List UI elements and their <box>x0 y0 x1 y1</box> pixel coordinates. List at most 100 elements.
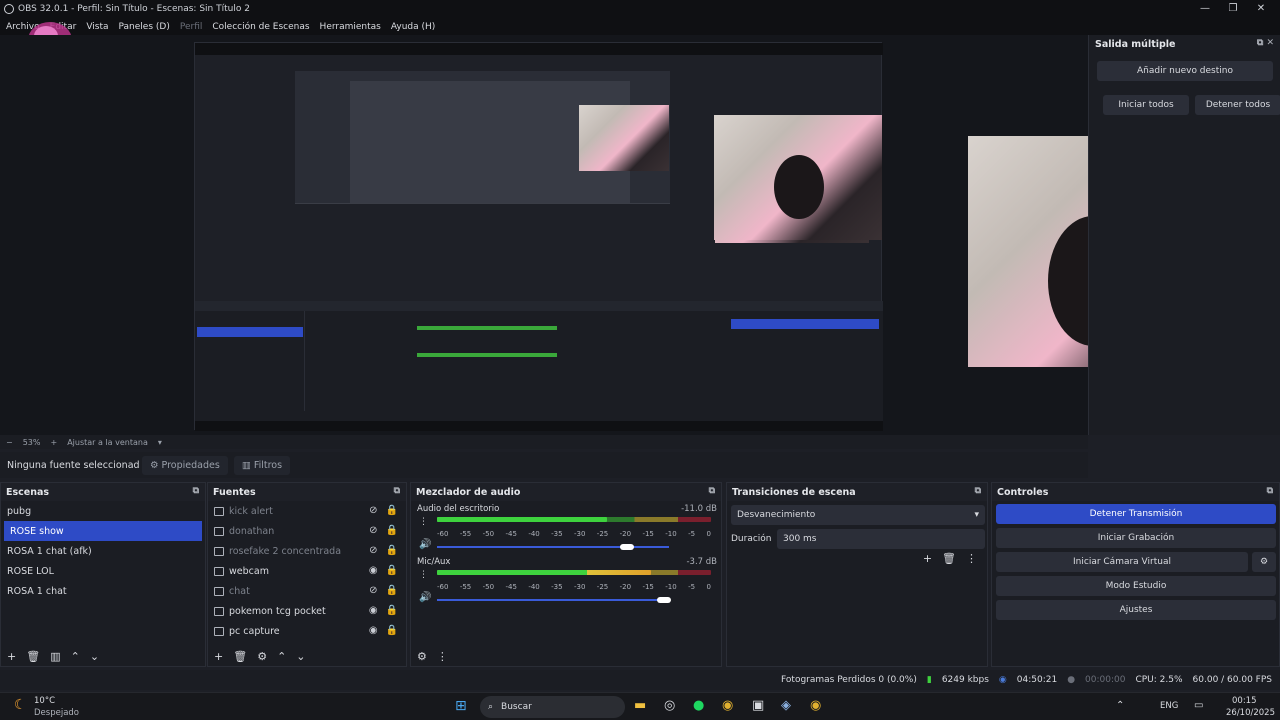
camera-source-icon <box>214 566 224 576</box>
dock-undock-icon[interactable]: ⧉ <box>394 486 400 496</box>
dock-undock-icon[interactable]: ⧉ <box>1267 486 1273 496</box>
add-icon[interactable]: + <box>214 650 223 663</box>
menu-ayuda[interactable]: Ayuda (H) <box>391 22 435 32</box>
clock-date[interactable]: 26/10/2025 <box>1226 708 1275 718</box>
menu-bar: Archivo Editar Vista Paneles (D) Perfil … <box>0 18 1280 35</box>
filters-button[interactable]: ▥ Filtros <box>233 455 291 475</box>
add-target-button[interactable]: Añadir nuevo destino <box>1097 61 1273 81</box>
scene-item-rosa-chat[interactable]: ROSA 1 chat <box>1 581 205 601</box>
maximize-button[interactable]: ❐ <box>1226 2 1240 16</box>
lock-icon[interactable]: 🔒 <box>386 565 398 576</box>
dock-undock-icon[interactable]: ⧉ <box>709 486 715 496</box>
move-up-icon[interactable]: ⌃ <box>71 650 80 663</box>
move-up-icon[interactable]: ⌃ <box>277 650 286 663</box>
menu-vista[interactable]: Vista <box>86 22 108 32</box>
menu-dots-icon[interactable]: ⋮ <box>437 650 448 663</box>
advanced-audio-icon[interactable]: ⚙ <box>417 650 427 663</box>
scene-item-rose-show[interactable]: ROSE show <box>4 521 202 541</box>
trash-icon[interactable]: 🗑 <box>233 650 247 663</box>
hidden-icon[interactable]: ⊘ <box>369 525 377 536</box>
lock-icon[interactable]: 🔒 <box>386 505 398 516</box>
settings-button[interactable]: Ajustes <box>996 600 1276 620</box>
minimize-button[interactable]: — <box>1198 2 1212 16</box>
gear-icon[interactable]: ⚙ <box>1252 552 1276 572</box>
lock-icon[interactable]: 🔒 <box>386 585 398 596</box>
volume-knob[interactable] <box>657 597 672 603</box>
chevron-down-icon[interactable]: ▾ <box>158 438 162 447</box>
menu-perfil[interactable]: Perfil <box>180 22 203 32</box>
transition-select[interactable]: Desvanecimiento ▾ <box>731 505 985 525</box>
eye-icon[interactable]: ◉ <box>369 565 378 576</box>
close-icon[interactable]: ⧉ ✕ <box>1257 38 1274 48</box>
start-all-button[interactable]: Iniciar todos <box>1103 95 1189 115</box>
menu-dots-icon[interactable]: ⋮ <box>966 552 977 565</box>
file-explorer-icon[interactable]: ▬ <box>634 698 646 713</box>
dock-undock-icon[interactable]: ⧉ <box>193 486 199 496</box>
scene-item-pubg[interactable]: pubg <box>1 501 205 521</box>
eye-icon[interactable]: ◉ <box>369 625 378 636</box>
close-button[interactable]: ✕ <box>1254 2 1268 16</box>
chrome-icon[interactable]: ◉ <box>722 698 733 713</box>
source-item[interactable]: kick alert ⊘ 🔒 <box>208 501 406 521</box>
eye-icon[interactable]: ◉ <box>369 605 378 616</box>
source-item[interactable]: pokemon tcg pocket ◉ 🔒 <box>208 601 406 621</box>
source-item[interactable]: donathan ⊘ 🔒 <box>208 521 406 541</box>
virtual-cam-button[interactable]: Iniciar Cámara Virtual <box>996 552 1248 572</box>
menu-dots-icon[interactable]: ⋮ <box>419 517 428 527</box>
volume-knob[interactable] <box>620 544 635 550</box>
add-icon[interactable]: + <box>923 552 932 565</box>
source-item[interactable]: chat ⊘ 🔒 <box>208 581 406 601</box>
gear-icon[interactable]: ⚙ <box>257 650 267 663</box>
menu-coleccion[interactable]: Colección de Escenas <box>212 22 309 32</box>
lock-icon[interactable]: 🔒 <box>386 625 398 636</box>
source-item[interactable]: pc capture ◉ 🔒 <box>208 621 406 641</box>
hidden-icon[interactable]: ⊘ <box>369 585 377 596</box>
steam-icon[interactable]: ◈ <box>781 698 791 713</box>
speaker-icon[interactable]: 🔊 <box>419 539 431 550</box>
scene-item-rose-lol[interactable]: ROSE LOL <box>1 561 205 581</box>
volume-slider[interactable] <box>437 599 669 601</box>
speaker-icon[interactable]: 🔊 <box>419 592 431 603</box>
network-icon[interactable]: ▭ <box>1194 700 1203 711</box>
transitions-dock: Transiciones de escena ⧉ Desvanecimiento ▾… <box>726 482 988 667</box>
language-indicator[interactable]: ENG <box>1160 701 1178 711</box>
menu-dots-icon[interactable]: ⋮ <box>419 570 428 580</box>
trash-icon[interactable]: 🗑 <box>942 552 956 565</box>
lock-icon[interactable]: 🔒 <box>386 605 398 616</box>
source-item[interactable]: rosefake 2 concentrada ⊘ 🔒 <box>208 541 406 561</box>
add-icon[interactable]: + <box>7 650 16 663</box>
duration-input[interactable]: 300 ms <box>777 529 985 549</box>
source-item[interactable]: webcam ◉ 🔒 <box>208 561 406 581</box>
filter-icon[interactable]: ▥ <box>50 650 60 663</box>
lock-icon[interactable]: 🔒 <box>386 525 398 536</box>
scale-tick: -50 <box>482 530 495 538</box>
hidden-icon[interactable]: ⊘ <box>369 505 377 516</box>
zoom-out-button[interactable]: − <box>6 438 13 447</box>
fit-window-select[interactable]: Ajustar a la ventana <box>67 438 148 447</box>
hidden-icon[interactable]: ⊘ <box>369 545 377 556</box>
move-down-icon[interactable]: ⌄ <box>296 650 305 663</box>
lock-icon[interactable]: 🔒 <box>386 545 398 556</box>
start-record-button[interactable]: Iniciar Grabación <box>996 528 1276 548</box>
volume-slider[interactable] <box>437 546 669 548</box>
menu-paneles[interactable]: Paneles (D) <box>119 22 170 32</box>
studio-mode-button[interactable]: Modo Estudio <box>996 576 1276 596</box>
obs-app-icon[interactable]: ◎ <box>664 698 675 713</box>
zoom-level: 53% <box>22 437 41 447</box>
windows-start-icon[interactable]: ⊞ <box>455 698 467 714</box>
app-icon[interactable]: ▣ <box>752 698 764 713</box>
menu-herramientas[interactable]: Herramientas <box>320 22 381 32</box>
chevron-up-icon[interactable]: ⌃ <box>1116 700 1124 711</box>
trash-icon[interactable]: 🗑 <box>26 650 40 663</box>
stop-stream-button[interactable]: Detener Transmisión <box>996 504 1276 524</box>
clock-time[interactable]: 00:15 <box>1232 696 1257 706</box>
dock-undock-icon[interactable]: ⧉ <box>975 486 981 496</box>
stop-all-button[interactable]: Detener todos <box>1195 95 1280 115</box>
taskbar-search[interactable]: ⌕ Buscar <box>480 696 625 718</box>
zoom-in-button[interactable]: + <box>50 438 57 447</box>
scene-item-rosa-afk[interactable]: ROSA 1 chat (afk) <box>1 541 205 561</box>
properties-button[interactable]: ⚙ Propiedades <box>142 455 228 475</box>
move-down-icon[interactable]: ⌄ <box>90 650 99 663</box>
spotify-icon[interactable]: ● <box>693 698 704 713</box>
chrome-icon-2[interactable]: ◉ <box>810 698 821 713</box>
